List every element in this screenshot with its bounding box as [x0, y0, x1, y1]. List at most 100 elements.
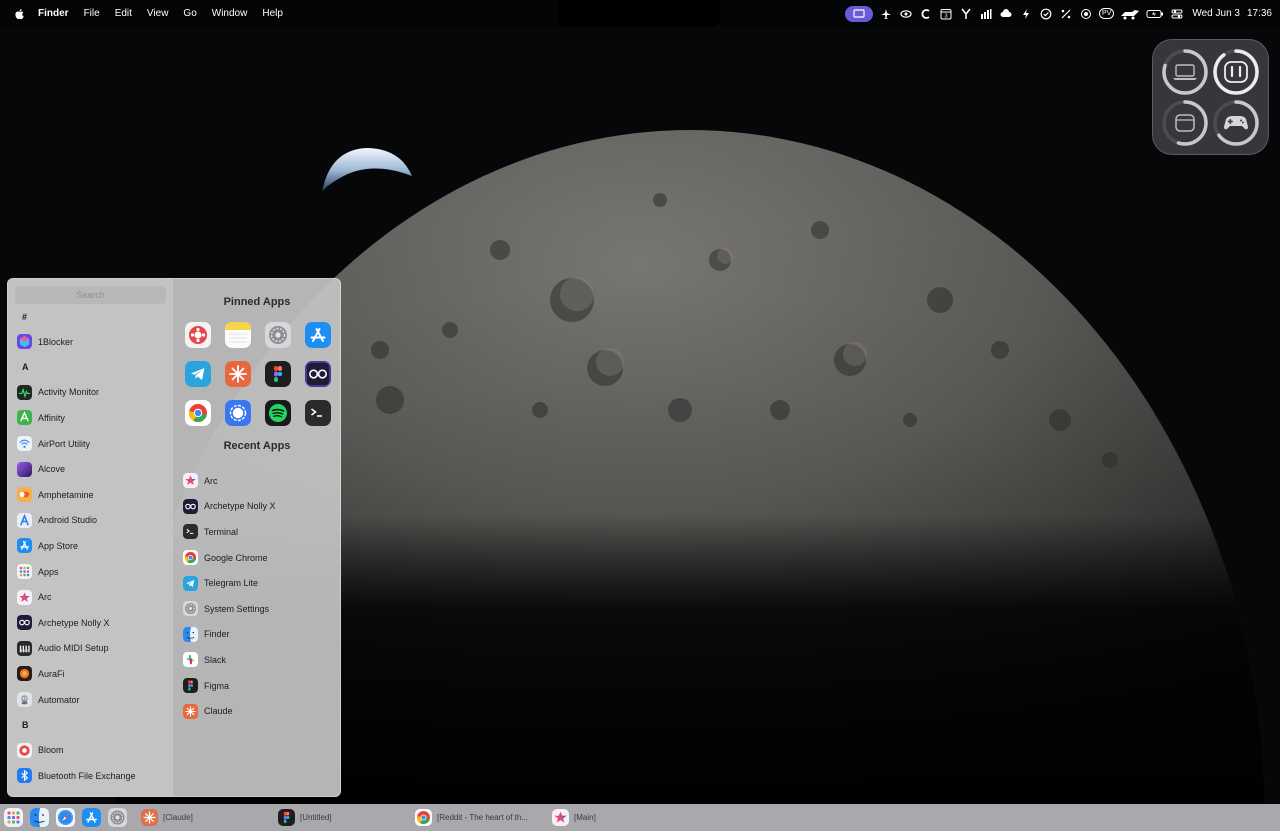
app-list-item[interactable]: 1Blocker [8, 329, 173, 355]
app-label: Activity Monitor [38, 387, 100, 398]
recent-app-label: Finder [204, 629, 230, 640]
menu-file[interactable]: File [84, 8, 100, 19]
menu-view[interactable]: View [147, 8, 169, 19]
archetype-icon[interactable] [305, 361, 331, 387]
pinned-apps-grid [174, 322, 340, 426]
app-list-item[interactable]: Bluetooth File Exchange [8, 763, 173, 789]
app-list-item[interactable]: Arc [8, 584, 173, 610]
menu-app-name[interactable]: Finder [38, 8, 69, 19]
search-input[interactable]: Search [15, 286, 166, 304]
battery-ring-airpods [1211, 46, 1263, 97]
bolt-icon[interactable] [1019, 8, 1033, 20]
figma-icon [183, 678, 198, 694]
signal-icon[interactable] [225, 400, 251, 426]
window-title: [Untitled] [300, 813, 332, 822]
app-list-item[interactable]: Automator [8, 687, 173, 713]
taskbar-window-claude[interactable]: [Claude] [141, 809, 278, 826]
terminal-icon[interactable] [305, 400, 331, 426]
app-store-icon[interactable] [82, 808, 101, 827]
claude-icon[interactable] [225, 361, 251, 387]
app-list-item[interactable]: Bloom [8, 737, 173, 763]
cloud-upload-icon[interactable] [999, 8, 1013, 20]
hotspot-icon[interactable] [1079, 8, 1093, 20]
android-studio-icon [17, 512, 32, 528]
menu-edit[interactable]: Edit [115, 8, 132, 19]
archetype-icon [183, 498, 198, 514]
app-label: Automator [38, 694, 80, 705]
bloom-icon[interactable] [185, 322, 211, 348]
menu-bar-clock[interactable]: 17:36 [1247, 8, 1272, 19]
battery-ring-case [1159, 97, 1211, 148]
spotify-icon[interactable] [265, 400, 291, 426]
battery-icon[interactable] [1146, 8, 1164, 20]
recent-app-label: Slack [204, 654, 227, 665]
recent-app-item[interactable]: Google Chrome [183, 545, 340, 571]
recent-app-item[interactable]: Figma [183, 673, 340, 699]
app-label: Arc [38, 592, 52, 603]
app-list-item[interactable]: Archetype Nolly X [8, 610, 173, 636]
recent-app-item[interactable]: Telegram Lite [183, 570, 340, 596]
menu-help[interactable]: Help [262, 8, 283, 19]
taskbar-window-chrome[interactable]: [Reddit - The heart of th... [415, 809, 552, 826]
fork-icon[interactable] [959, 8, 973, 20]
figma-icon[interactable] [265, 361, 291, 387]
audio-midi-icon [17, 640, 32, 656]
taskbar-window-arc[interactable]: [Main] [552, 809, 689, 826]
menu-window[interactable]: Window [212, 8, 248, 19]
recent-app-label: Claude [204, 706, 233, 717]
app-store-icon[interactable] [305, 322, 331, 348]
recent-app-item[interactable]: Slack [183, 647, 340, 673]
recent-app-item[interactable]: Finder [183, 622, 340, 648]
app-list-item[interactable]: AirPort Utility [8, 431, 173, 457]
app-list-item[interactable]: Android Studio [8, 508, 173, 534]
window-title: [Reddit - The heart of th... [437, 813, 529, 822]
arc-icon [17, 589, 32, 605]
safari-icon[interactable] [56, 808, 75, 827]
figma-icon [278, 809, 295, 826]
chrome-icon[interactable] [185, 400, 211, 426]
recent-app-item[interactable]: Terminal [183, 519, 340, 545]
percent-icon[interactable] [1059, 8, 1073, 20]
apple-menu-icon[interactable] [14, 8, 26, 20]
calendar-icon[interactable]: 3 [939, 8, 953, 20]
battery-ring-gamepad [1211, 97, 1263, 148]
alcove-icon [17, 461, 32, 477]
case-icon [1175, 113, 1195, 132]
menu-go[interactable]: Go [183, 8, 196, 19]
camera-notch [558, 0, 720, 27]
rover-icon[interactable] [1120, 8, 1140, 20]
launchpad-icon[interactable] [4, 808, 23, 827]
app-list-item[interactable]: App Store [8, 533, 173, 559]
wifi-signal-icon[interactable] [979, 8, 993, 20]
system-settings-icon[interactable] [108, 808, 127, 827]
app-list-item[interactable]: Audio MIDI Setup [8, 636, 173, 662]
app-label: App Store [38, 540, 79, 551]
app-list-item[interactable]: Activity Monitor [8, 380, 173, 406]
recent-app-item[interactable]: Archetype Nolly X [183, 494, 340, 520]
recent-app-item[interactable]: System Settings [183, 596, 340, 622]
airplane-icon[interactable] [879, 8, 893, 20]
c-icon[interactable] [919, 8, 933, 20]
finder-icon[interactable] [30, 808, 49, 827]
battery-widget[interactable] [1152, 39, 1269, 155]
app-list-item[interactable]: Amphetamine [8, 482, 173, 508]
taskbar-window-figma[interactable]: [Untitled] [278, 809, 415, 826]
pv-badge[interactable]: PV [1099, 8, 1115, 19]
app-list-item[interactable]: Affinity [8, 405, 173, 431]
window-title: [Claude] [163, 813, 193, 822]
control-center-icon[interactable] [1170, 8, 1184, 20]
bloom-icon [17, 742, 32, 758]
telegram-icon[interactable] [185, 361, 211, 387]
check-circle-icon[interactable] [1039, 8, 1053, 20]
app-list-item[interactable]: Alcove [8, 456, 173, 482]
system-settings-icon[interactable] [265, 322, 291, 348]
menu-bar-date[interactable]: Wed Jun 3 [1192, 8, 1240, 19]
eye-icon[interactable] [899, 8, 913, 20]
recent-apps-list: Arc Archetype Nolly X Terminal Google Ch… [174, 468, 340, 724]
recent-app-item[interactable]: Claude [183, 698, 340, 724]
app-list-item[interactable]: Apps [8, 559, 173, 585]
app-list-item[interactable]: AuraFi [8, 661, 173, 687]
notes-icon[interactable] [225, 322, 251, 348]
recent-app-item[interactable]: Arc [183, 468, 340, 494]
screen-share-icon[interactable] [845, 5, 873, 22]
